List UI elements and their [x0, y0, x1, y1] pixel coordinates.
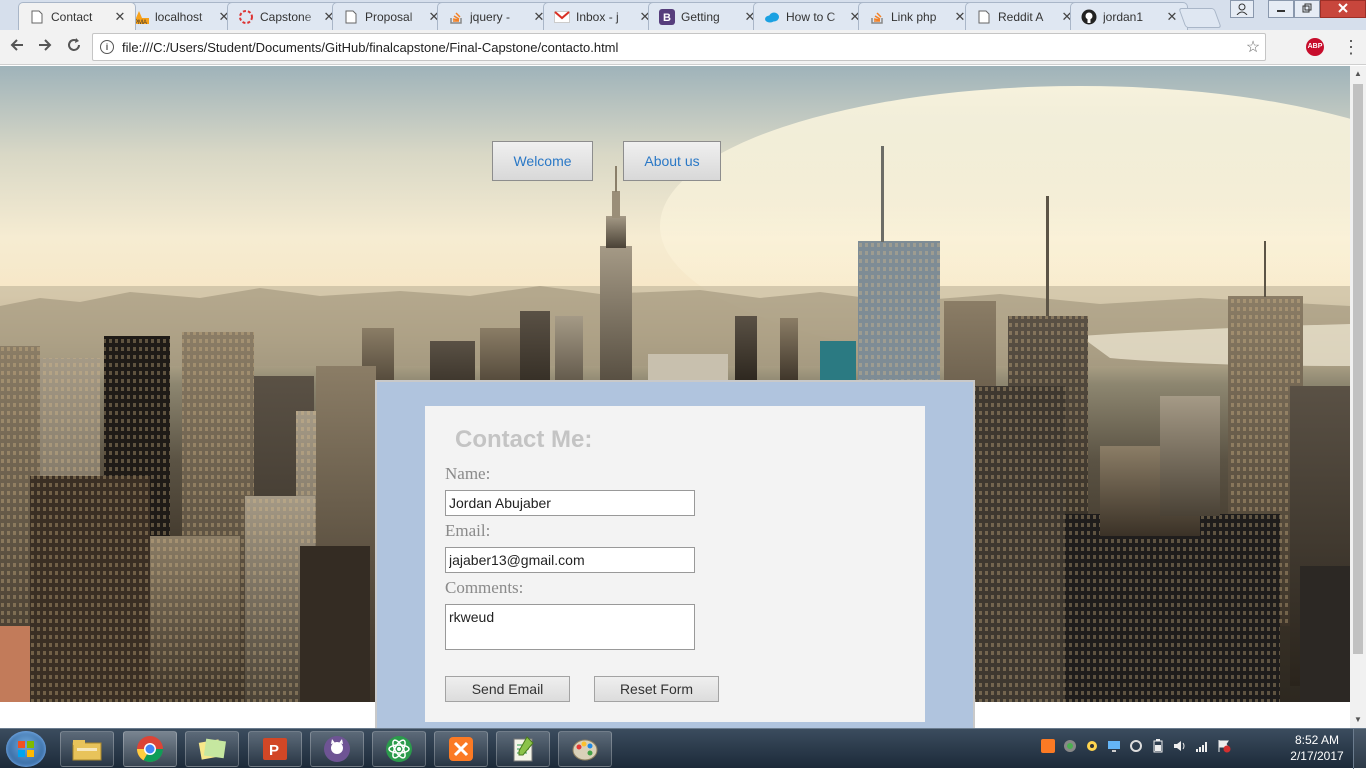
tab-title: Capstone [260, 9, 312, 24]
battery-icon[interactable] [1150, 739, 1166, 755]
tab-title: jquery - [470, 9, 511, 24]
form-title: Contact Me: [455, 426, 593, 453]
clock-time: 8:52 AM [1294, 733, 1340, 747]
page-icon [29, 9, 45, 25]
tab-getting[interactable]: B Getting ✕ [648, 2, 766, 30]
sticky-notes-icon[interactable] [185, 731, 239, 767]
display-tray-icon[interactable] [1106, 739, 1122, 755]
tab-how-to[interactable]: How to C ✕ [753, 2, 871, 30]
reset-form-button[interactable]: Reset Form [594, 676, 719, 702]
tab-reddit[interactable]: Reddit A ✕ [965, 2, 1083, 30]
start-button[interactable] [6, 731, 46, 767]
tab-title: jordan1 [1103, 9, 1144, 24]
window-controls [1268, 0, 1366, 20]
email-input[interactable] [445, 547, 695, 573]
show-desktop-button[interactable] [1353, 729, 1366, 769]
tab-title: Link php [891, 9, 937, 24]
tab-title: Contact [51, 9, 93, 24]
comments-textarea[interactable]: rkweud [445, 604, 695, 650]
tab-github[interactable]: jordan1 ✕ [1070, 2, 1188, 30]
page-icon [343, 9, 359, 25]
file-explorer-icon[interactable] [60, 731, 114, 767]
tab-inbox[interactable]: Inbox - j ✕ [543, 2, 661, 30]
address-bar[interactable]: i file:///C:/Users/Student/Documents/Git… [92, 33, 1266, 61]
paint-icon[interactable] [558, 731, 612, 767]
action-center-flag-icon[interactable] [1216, 739, 1232, 755]
adblock-plus-icon[interactable]: ABP [1306, 38, 1324, 56]
tab-capstone[interactable]: Capstone ✕ [227, 2, 345, 30]
window-close-icon[interactable] [1320, 0, 1366, 18]
tab-title: Getting [681, 9, 720, 24]
menu-icon[interactable]: ⋮ [1342, 36, 1360, 58]
system-tray [1040, 739, 1232, 755]
comments-label: Comments: [445, 578, 524, 597]
info-icon[interactable]: i [100, 40, 114, 54]
tab-contact[interactable]: Contact ✕ [18, 2, 136, 30]
atom-icon[interactable] [372, 731, 426, 767]
gmail-icon [554, 9, 570, 25]
page-viewport: Welcome About us Contact Me: Name: Email… [0, 66, 1350, 728]
tab-localhost[interactable]: PMA localhost ✕ [122, 2, 240, 30]
tab-title: Reddit A [998, 9, 1044, 24]
chrome-tray-icon[interactable] [1062, 739, 1078, 755]
forward-icon[interactable] [33, 36, 57, 58]
tab-title: Proposal [365, 9, 413, 24]
tab-title: Inbox - j [576, 9, 619, 24]
notepad-plus-plus-icon[interactable] [496, 731, 550, 767]
close-icon[interactable]: ✕ [113, 9, 127, 25]
chrome-icon[interactable] [123, 731, 177, 767]
tab-link-php[interactable]: Link php ✕ [858, 2, 976, 30]
sync-tray-icon[interactable] [1128, 739, 1144, 755]
svg-text:B: B [663, 12, 671, 24]
xampp-tray-icon[interactable] [1040, 739, 1056, 755]
name-input[interactable] [445, 490, 695, 516]
svg-text:P: P [269, 742, 279, 759]
tab-title: localhost [155, 9, 203, 24]
nav-welcome-button[interactable]: Welcome [492, 141, 593, 181]
network-share-tray-icon[interactable] [1084, 739, 1100, 755]
tab-title: How to C [786, 9, 836, 24]
volume-icon[interactable] [1172, 739, 1188, 755]
page-icon [976, 9, 992, 25]
wifi-signal-icon[interactable] [1194, 739, 1210, 755]
stackoverflow-icon [448, 9, 464, 25]
vertical-scrollbar[interactable]: ▲ ▼ [1350, 66, 1366, 728]
scroll-up-icon[interactable]: ▲ [1350, 66, 1366, 82]
nav-about-us-button[interactable]: About us [623, 141, 721, 181]
browser-toolbar: i file:///C:/Users/Student/Documents/Git… [0, 30, 1366, 65]
contact-form: Contact Me: Name: Email: Comments: rkweu… [425, 406, 925, 722]
windows-taskbar: P 8:52 AM 2/17/2017 [0, 728, 1366, 769]
contact-panel: Contact Me: Name: Email: Comments: rkweu… [375, 380, 975, 728]
xampp-icon[interactable] [434, 731, 488, 767]
send-email-button[interactable]: Send Email [445, 676, 570, 702]
cloud-icon [764, 9, 780, 25]
system-clock[interactable]: 8:52 AM 2/17/2017 [1284, 732, 1350, 764]
scrollbar-thumb[interactable] [1353, 84, 1363, 654]
bookmark-star-icon[interactable]: ☆ [1241, 37, 1265, 57]
minimize-icon[interactable] [1268, 0, 1294, 18]
restore-icon[interactable] [1294, 0, 1320, 18]
reload-icon[interactable] [62, 36, 86, 58]
close-icon[interactable]: ✕ [1165, 9, 1179, 25]
github-icon [1081, 9, 1097, 25]
github-desktop-icon[interactable] [310, 731, 364, 767]
tab-jquery[interactable]: jquery - ✕ [437, 2, 555, 30]
scroll-down-icon[interactable]: ▼ [1350, 712, 1366, 728]
tab-proposal[interactable]: Proposal ✕ [332, 2, 450, 30]
loading-icon [238, 9, 254, 25]
tab-strip: Contact ✕ PMA localhost ✕ Capstone ✕ Pro… [0, 0, 1366, 30]
clock-date: 2/17/2017 [1290, 749, 1344, 763]
profile-icon[interactable] [1230, 0, 1254, 18]
bootstrap-icon: B [659, 8, 675, 25]
powerpoint-icon[interactable]: P [248, 731, 302, 767]
stackoverflow-icon [869, 9, 885, 25]
windows-logo-icon [18, 741, 34, 757]
name-label: Name: [445, 464, 491, 483]
back-icon[interactable] [5, 36, 29, 58]
email-label: Email: [445, 521, 491, 540]
address-url[interactable]: file:///C:/Users/Student/Documents/GitHu… [122, 40, 1241, 55]
new-tab-button[interactable] [1178, 8, 1222, 28]
